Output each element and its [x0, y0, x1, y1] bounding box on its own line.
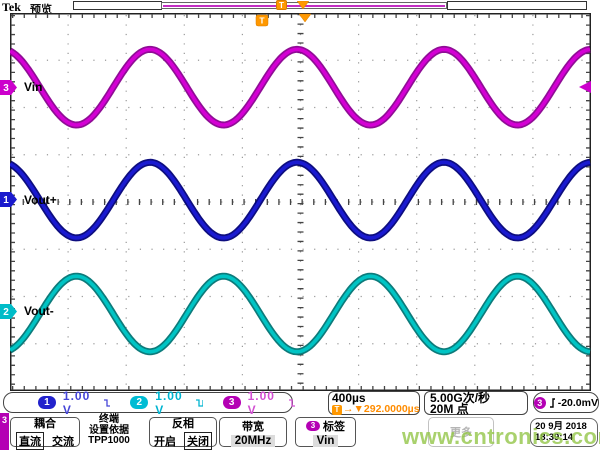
channel2-position-tag[interactable]: 2: [0, 304, 18, 319]
trigger-level-readout: -20.0mV: [558, 397, 598, 409]
coupling-menu-button[interactable]: 耦合 直流 交流: [10, 417, 80, 447]
acquisition-readout-box: 5.00G次/秒 20M 点: [424, 391, 528, 415]
watermark-text: www.cntronics.com: [402, 424, 600, 450]
bandwidth-title: 带宽: [242, 418, 264, 434]
waveform-label-vin: Vin: [24, 80, 42, 94]
channel3-coupling-icon: [288, 397, 295, 409]
menu-channel-tab[interactable]: 3: [0, 413, 9, 450]
bandwidth-value: 20MHz: [231, 435, 275, 447]
trigger-source-badge: 3: [534, 397, 546, 409]
record-length-readout: 20M 点: [430, 404, 522, 415]
channel2-scale: 1.00 V: [155, 389, 188, 417]
svg-text:1: 1: [3, 195, 9, 206]
trigger-level-marker-icon[interactable]: [578, 81, 592, 93]
graticule-trigger-icon[interactable]: T: [256, 15, 268, 26]
horizontal-readout-box: 400µs T →▼292.0000µs: [328, 391, 420, 415]
graticule: T: [10, 13, 591, 391]
waveform-label-vout-plus: Vout+: [24, 193, 57, 207]
channel2-badge: 2: [130, 396, 148, 409]
trigger-position-readout: T →▼292.0000µs: [332, 404, 416, 415]
channel1-readout[interactable]: 1 1.00 V: [38, 389, 110, 417]
record-view-expansion-marker-icon[interactable]: [297, 1, 309, 9]
invert-on-option[interactable]: 开启: [154, 433, 176, 449]
channel3-position-tag[interactable]: 3: [0, 80, 18, 95]
invert-off-option[interactable]: 关闭: [184, 432, 212, 450]
label-value: Vin: [313, 435, 339, 447]
coupling-ac-option[interactable]: 交流: [52, 433, 74, 449]
svg-text:2: 2: [3, 307, 9, 318]
bandwidth-menu-button[interactable]: 带宽 20MHz: [219, 417, 287, 447]
channel2-readout[interactable]: 2 1.00 V: [130, 389, 202, 417]
channel1-badge: 1: [38, 396, 56, 409]
label-menu-button[interactable]: 3 标签 Vin: [295, 417, 356, 447]
trigger-readout-box: 3 -20.0mV: [533, 392, 599, 413]
coupling-title: 耦合: [34, 415, 56, 431]
termination-line3: TPP1000: [84, 436, 134, 447]
invert-menu-button[interactable]: 反相 开启 关闭: [149, 417, 217, 447]
record-view-left-segment: [73, 1, 162, 10]
record-view-trigger-icon[interactable]: T: [276, 0, 287, 10]
record-view-right-segment: [447, 1, 587, 10]
channel3-readout[interactable]: 3 1.00 V: [223, 389, 295, 417]
trigger-position-value: →▼292.0000µs: [343, 404, 420, 415]
channel2-coupling-icon: [195, 397, 202, 409]
oscilloscope-screen: Tek 预览 T T 3 1 2 Vin Vout+ Vout-: [0, 0, 600, 450]
invert-title: 反相: [172, 415, 194, 431]
termination-setting-text: 终端 设置依据 TPP1000: [84, 415, 134, 447]
graticule-border: [11, 14, 591, 391]
waveform-label-vout-minus: Vout-: [24, 304, 54, 318]
channel-readouts-box: 1 1.00 V 2 1.00 V 3 1.00 V: [3, 392, 293, 413]
channel3-badge: 3: [223, 396, 241, 409]
coupling-dc-option[interactable]: 直流: [16, 432, 44, 450]
channel1-position-tag[interactable]: 1: [0, 192, 18, 207]
trigger-t-icon: T: [332, 405, 342, 415]
rising-edge-icon: [549, 397, 555, 409]
svg-text:3: 3: [3, 83, 9, 94]
termination-line1: 终端: [84, 415, 134, 426]
channel3-scale: 1.00 V: [248, 389, 281, 417]
label-title: 标签: [323, 418, 345, 434]
channel1-coupling-icon: [103, 397, 110, 409]
channel1-scale: 1.00 V: [63, 389, 96, 417]
label-channel-badge: 3: [306, 421, 320, 431]
svg-text:T: T: [259, 16, 265, 26]
